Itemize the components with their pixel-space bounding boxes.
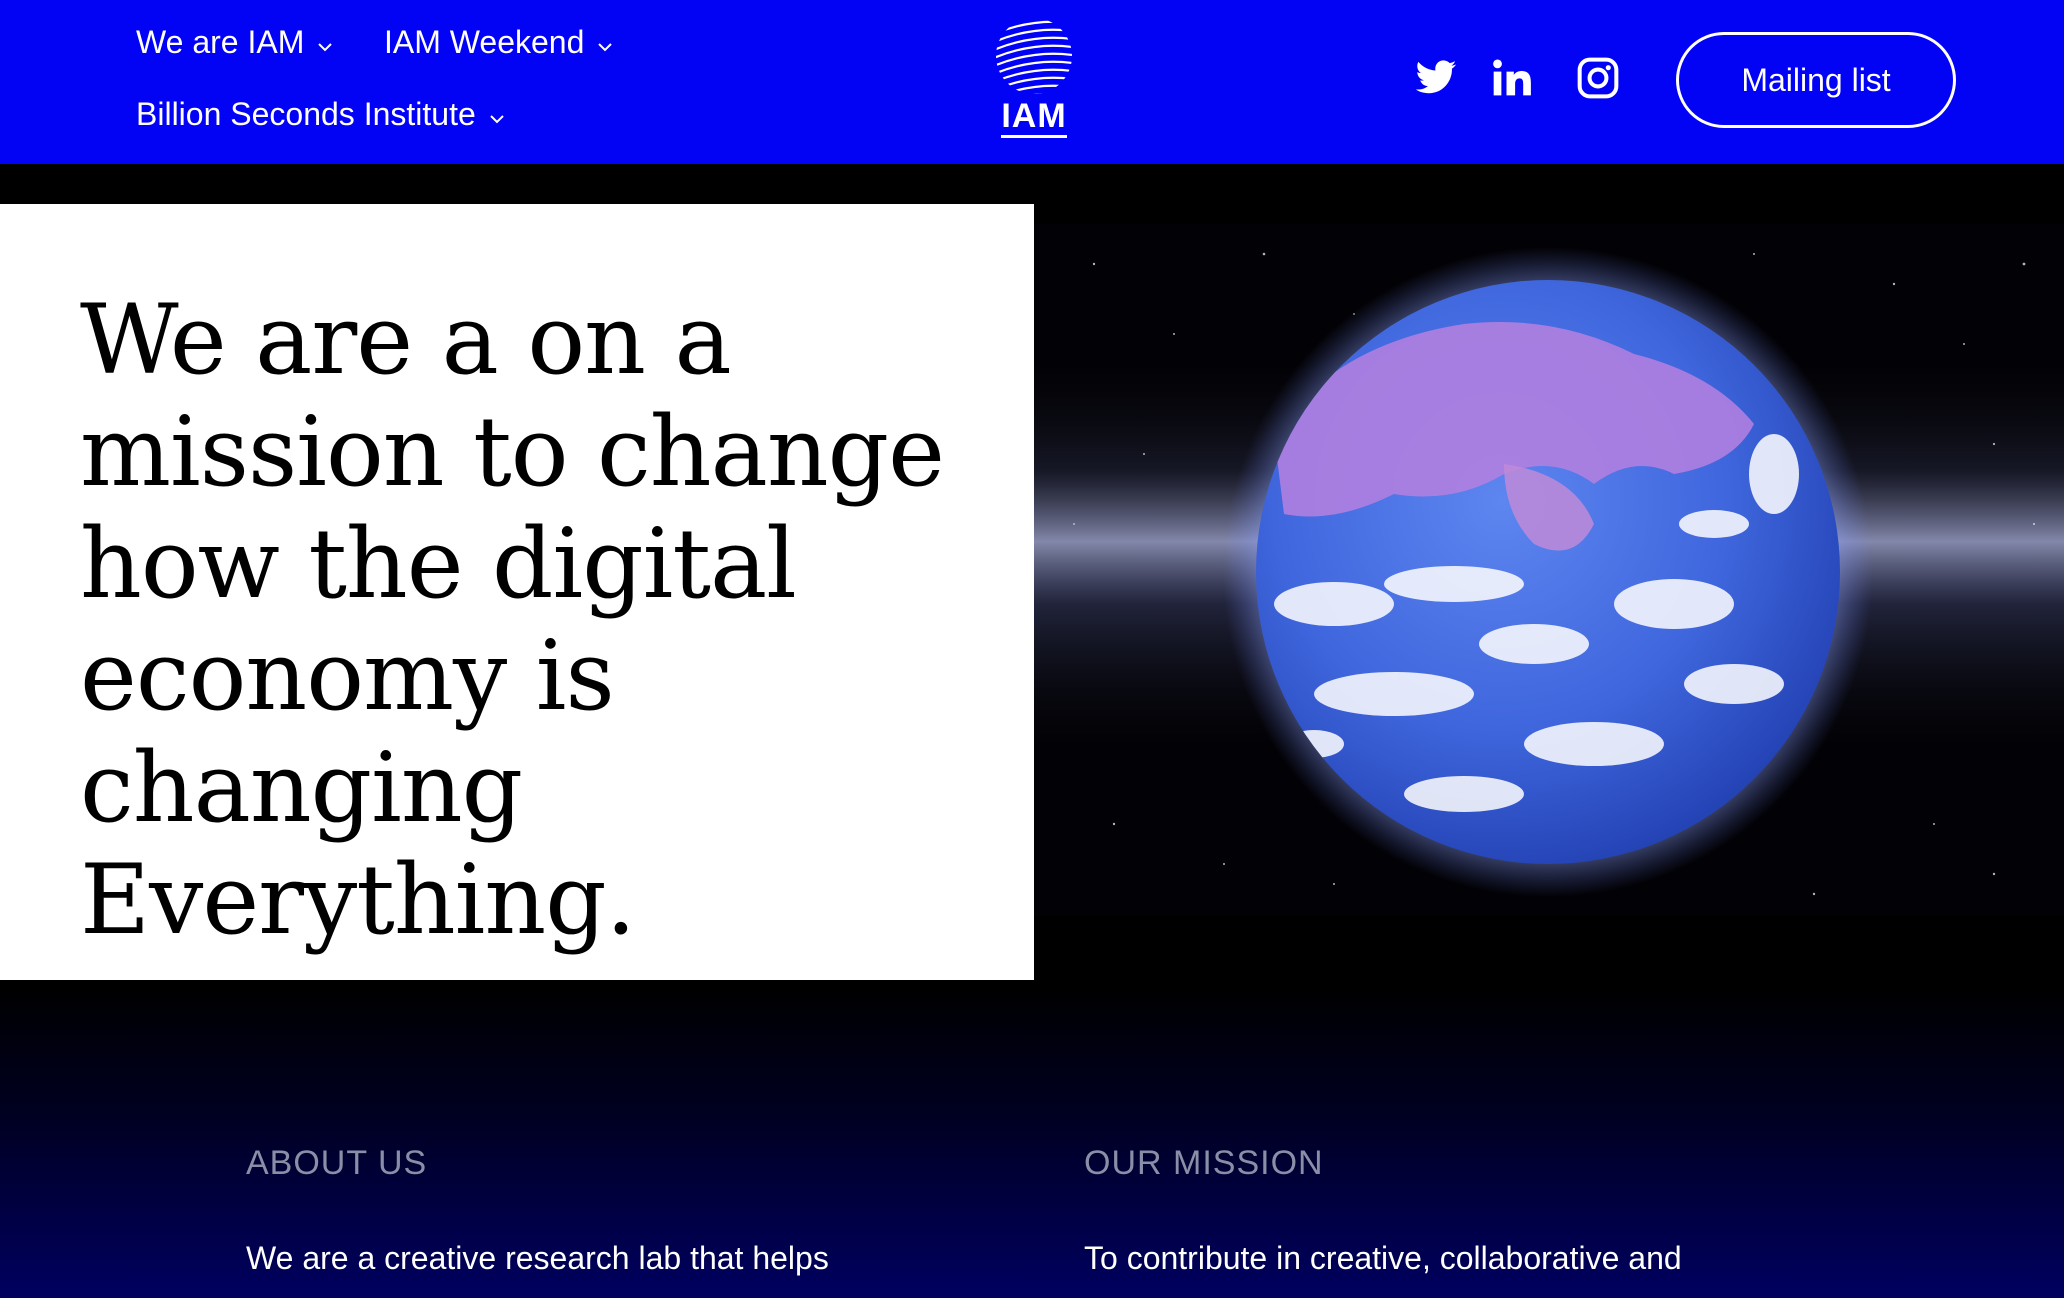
about-us-heading: ABOUT US (246, 1144, 428, 1182)
about-us-text: We are a creative research lab that help… (246, 1240, 829, 1276)
our-mission-heading: OUR MISSION (1084, 1144, 1324, 1182)
chevron-down-icon (598, 42, 613, 51)
logo-text: IAM (1001, 98, 1067, 138)
nav-label: Billion Seconds Institute (136, 96, 476, 132)
earth-image (1034, 224, 2064, 916)
globe-lines-icon (996, 20, 1072, 94)
iam-logo[interactable]: IAM (990, 16, 1078, 142)
chevron-down-icon (490, 114, 504, 123)
instagram-icon[interactable] (1576, 56, 1620, 100)
nav-label: We are IAM (136, 24, 305, 60)
twitter-icon[interactable] (1414, 56, 1458, 100)
hero-section: We are a on a mission to change how the … (0, 164, 2064, 984)
nav-label: IAM Weekend (384, 24, 585, 60)
our-mission-text: To contribute in creative, collaborative… (1084, 1240, 1682, 1276)
nav-billion-seconds-institute[interactable]: Billion Seconds Institute (136, 96, 506, 133)
site-header: We are IAM IAM Weekend Billion Seconds I… (0, 0, 2064, 164)
hero-headline: We are a on a mission to change how the … (80, 284, 945, 956)
info-section: ABOUT US We are a creative research lab … (0, 984, 2064, 1298)
chevron-down-icon (318, 42, 333, 51)
linkedin-icon[interactable] (1490, 56, 1534, 100)
nav-we-are-iam[interactable]: We are IAM (136, 24, 334, 61)
hero-card: We are a on a mission to change how the … (0, 204, 1034, 980)
nav-iam-weekend[interactable]: IAM Weekend (384, 24, 614, 61)
mailing-list-button[interactable]: Mailing list (1676, 32, 1956, 128)
